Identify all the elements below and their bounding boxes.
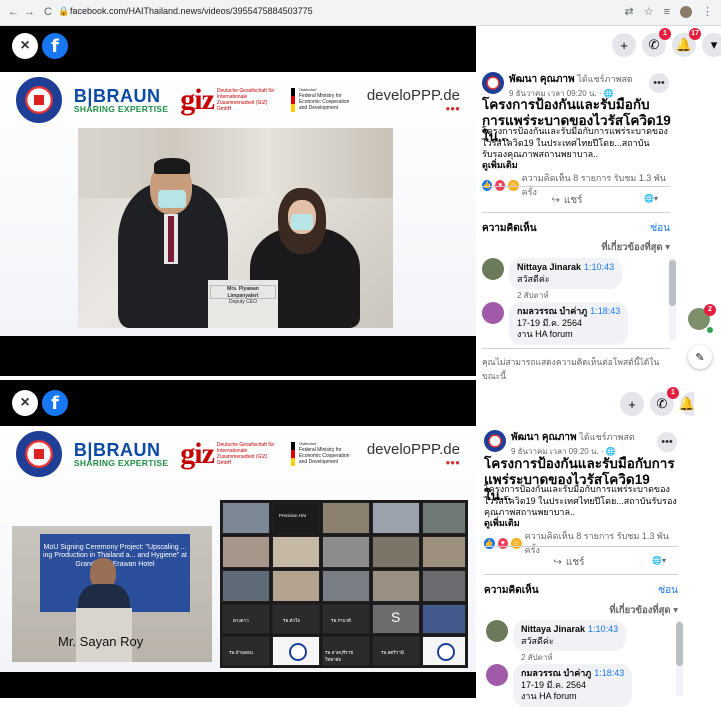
hide-comments-link[interactable]: ซ่อน <box>650 221 670 236</box>
header-icons-top: + ✆ 1 🔔 17 ▾ <box>612 28 721 57</box>
account-menu-icon[interactable]: ▾ <box>702 33 721 57</box>
love-reaction-icon: ♥ <box>495 179 506 191</box>
share-icon: ↪ <box>553 557 562 568</box>
like-reaction-icon: 👍 <box>482 179 493 191</box>
chat-badge: 2 <box>704 304 716 316</box>
developpp-logo: develoPPP.de ●●● <box>366 87 460 113</box>
page-avatar[interactable] <box>484 430 506 452</box>
speaker-caption: Mr. Sayan Roy <box>58 634 144 649</box>
name-plate: Mrs. Piyawan Limpanyalert Deputy CEO <box>210 285 276 305</box>
browser-actions: ⇄ ☆ ≡ ⋮ <box>624 5 713 18</box>
reload-icon[interactable]: C <box>44 6 52 18</box>
comment-item: Nittaya Jinarak 1:10:43 สวัสดีค่ะ 2 สัปดาห… <box>486 620 627 664</box>
facebook-logo-icon[interactable]: f <box>42 33 68 59</box>
hai-logo <box>15 431 62 477</box>
speakers-photo: Mrs. Piyawan Limpanyalert Deputy CEO <box>78 128 393 328</box>
see-more-link[interactable]: ดูเพิ่มเติม <box>482 158 518 172</box>
audience-select-icon[interactable]: 🌐▾ <box>644 194 658 203</box>
comments-header: ความคิดเห็น ซ่อน <box>482 221 670 236</box>
giz-logo: giz Deutsche Gesellschaft für Internatio… <box>180 437 275 470</box>
more-options-icon[interactable]: ••• <box>657 432 677 452</box>
video-frame-top: B|BRAUN SHARING EXPERTISE giz Deutsche G… <box>0 72 476 336</box>
comments-scrollbar[interactable] <box>669 258 676 340</box>
sponsor-logos: B|BRAUN SHARING EXPERTISE giz Deutsche G… <box>0 72 476 128</box>
share-button[interactable]: ↪ แชร์ <box>484 555 654 570</box>
commenter-avatar[interactable] <box>482 258 504 280</box>
comment-item: กมลวรรณ บำค่าภู 1:18:43 17-19 มี.ค. 2564 งา… <box>482 302 629 346</box>
reading-list-icon[interactable]: ≡ <box>664 6 670 18</box>
page-avatar[interactable] <box>482 72 504 94</box>
giz-logo: giz Deutsche Gesellschaft für Internatio… <box>180 83 275 116</box>
post-description: โครงการป้องกันและรับมือกับการแพร่ระบาดขอ… <box>482 126 668 160</box>
comment-sort-dropdown[interactable]: ที่เกี่ยวข้องที่สุด ▾ <box>566 603 678 618</box>
messenger-icon[interactable]: ✆ 1 <box>650 387 679 416</box>
post-header-bottom: พัฒนา คุณภาพ ได้แชร์ภาพสด 9 ธันวาคม เวลา… <box>484 430 670 458</box>
back-icon[interactable]: ← <box>8 6 19 18</box>
facebook-logo-icon[interactable]: f <box>42 390 68 416</box>
video-conference-grid: Precision HAI ดวงดาว รพ.ตัวใจ รพ.ราบวดี … <box>220 500 468 668</box>
author-name[interactable]: พัฒนา คุณภาพ <box>509 74 575 85</box>
video-frame-bottom: B|BRAUN SHARING EXPERTISE giz Deutsche G… <box>0 426 476 672</box>
bmz-logo: Ostendorf Federal Ministry for Economic C… <box>290 441 355 466</box>
notifications-icon[interactable]: 🔔 <box>679 392 695 416</box>
comments-header: ความคิดเห็น ซ่อน <box>484 583 678 598</box>
address-bar[interactable]: facebook.com/HAIThailand.news/videos/395… <box>70 6 313 16</box>
close-icon[interactable]: × <box>12 33 38 59</box>
comments-scrollbar[interactable] <box>676 620 683 696</box>
plus-icon[interactable]: + <box>620 392 644 416</box>
commenter-avatar[interactable] <box>486 620 508 642</box>
messenger-icon[interactable]: ✆ 1 <box>642 28 671 57</box>
notifications-icon[interactable]: 🔔 17 <box>672 28 701 57</box>
commenter-avatar[interactable] <box>482 302 504 324</box>
developpp-logo: develoPPP.de ●●● <box>366 441 460 467</box>
author-name[interactable]: พัฒนา คุณภาพ <box>511 432 577 443</box>
browser-toolbar: ← → C 🔒 facebook.com/HAIThailand.news/vi… <box>0 0 721 26</box>
comment-item: Nittaya Jinarak 1:10:43 สวัสดีค่ะ 2 สัปดาห… <box>482 258 623 302</box>
profile-icon[interactable] <box>680 5 692 18</box>
hai-logo <box>15 77 62 123</box>
star-icon[interactable]: ☆ <box>644 5 654 18</box>
commenter-avatar[interactable] <box>486 664 508 686</box>
translate-icon[interactable]: ⇄ <box>624 5 633 18</box>
plus-icon[interactable]: + <box>612 33 636 57</box>
comment-sort-dropdown[interactable]: ที่เกี่ยวข้องที่สุด ▾ <box>560 240 670 255</box>
post-description: โครงการป้องกันและรับมือกับการแพร่ระบาดขอ… <box>484 484 677 518</box>
hide-comments-link[interactable]: ซ่อน <box>658 583 678 598</box>
audience-select-icon[interactable]: 🌐▾ <box>652 556 666 565</box>
close-icon[interactable]: × <box>12 390 38 416</box>
comment-item: กมลวรรณ บำค่าภู 1:18:43 17-19 มี.ค. 2564 งา… <box>486 664 633 707</box>
bbraun-logo: B|BRAUN SHARING EXPERTISE <box>73 439 169 468</box>
online-status-dot <box>706 326 714 334</box>
more-options-icon[interactable]: ••• <box>649 73 669 93</box>
forward-icon[interactable]: → <box>24 6 35 18</box>
bbraun-logo: B|BRAUN SHARING EXPERTISE <box>73 85 169 114</box>
post-header-top: พัฒนา คุณภาพ ได้แชร์ภาพสด 9 ธันวาคม เวลา… <box>482 72 668 100</box>
header-icons-bottom: + ✆ 1 🔔 <box>620 387 695 416</box>
lock-icon: 🔒 <box>58 6 70 16</box>
share-button[interactable]: ↪ แชร์ <box>482 193 652 208</box>
haha-reaction-icon: ☺ <box>508 179 519 191</box>
new-message-icon[interactable]: ✎ <box>688 345 712 369</box>
sponsor-logos: B|BRAUN SHARING EXPERTISE giz Deutsche G… <box>0 426 476 482</box>
menu-dots-icon[interactable]: ⋮ <box>702 5 713 18</box>
bmz-logo: Ostendorf Federal Ministry for Economic C… <box>290 87 355 112</box>
share-icon: ↪ <box>551 195 560 206</box>
reaction-summary[interactable]: 👍 ♥ ☺ ความคิดเห็น 8 รายการ รับชม 1.3 พัน ค… <box>484 529 680 557</box>
see-more-link[interactable]: ดูเพิ่มเติม <box>484 516 520 530</box>
comment-disabled-note: คุณไม่สามารถแสดงความคิดเห็นต่อโพสต์นี้ได… <box>482 357 660 381</box>
